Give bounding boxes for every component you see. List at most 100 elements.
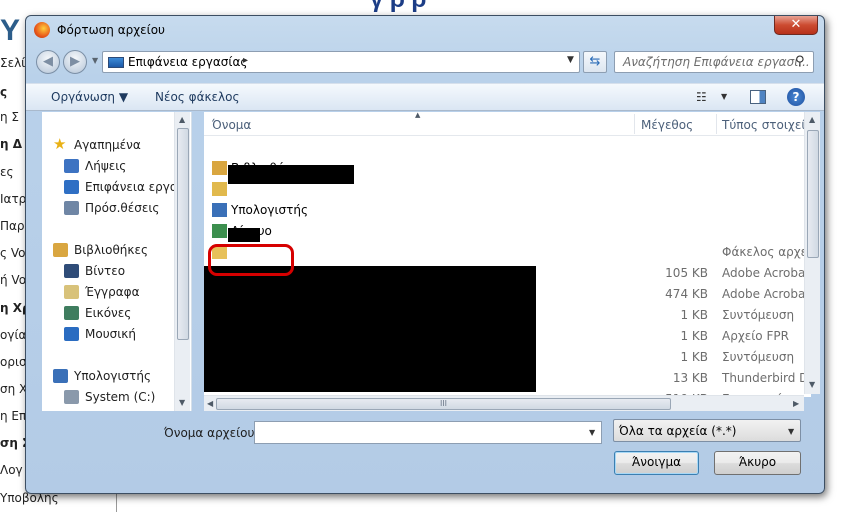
address-location[interactable]: Επιφάνεια εργασίας bbox=[128, 55, 247, 69]
scroll-down-icon[interactable]: ▼ bbox=[179, 398, 185, 407]
background-menu-item: ς bbox=[0, 85, 8, 99]
views-icon[interactable]: ☷ bbox=[696, 90, 707, 104]
highlight-annotation bbox=[208, 244, 294, 276]
new-folder-button[interactable]: Νέος φάκελος bbox=[155, 90, 240, 104]
organize-button[interactable]: Οργάνωση ▼ bbox=[51, 90, 128, 104]
scrollbar-thumb[interactable] bbox=[177, 128, 189, 340]
user-folder-icon bbox=[212, 182, 227, 196]
file-type-dropdown-icon[interactable]: ▼ bbox=[788, 427, 794, 436]
column-name[interactable]: Όνομα bbox=[212, 118, 251, 132]
music-icon bbox=[64, 327, 79, 341]
filename-input[interactable]: ▼ bbox=[254, 421, 602, 444]
downloads-folder-icon bbox=[64, 159, 79, 173]
address-dropdown-icon[interactable]: ▼ bbox=[567, 55, 574, 65]
nav-item-label: Επιφάνεια εργασ bbox=[85, 180, 186, 194]
scroll-left-icon[interactable]: ◀ bbox=[207, 399, 213, 408]
back-button[interactable]: ◀ bbox=[36, 50, 60, 74]
background-menu-item: ες bbox=[0, 165, 14, 179]
file-type: Αρχείο FPR bbox=[722, 329, 789, 343]
background-menu-item: ς Vo bbox=[0, 246, 26, 260]
nav-item-label: Υπολογιστής bbox=[74, 369, 151, 383]
nav-item-label: Πρόσ.θέσεις bbox=[85, 201, 160, 215]
network-icon bbox=[212, 224, 227, 238]
column-divider[interactable] bbox=[634, 114, 635, 134]
scroll-down-icon[interactable]: ▼ bbox=[809, 380, 815, 389]
recent-locations-dropdown[interactable]: ▼ bbox=[92, 56, 98, 65]
horizontal-scrollbar[interactable]: ◀ III ▶ bbox=[204, 395, 804, 411]
computer-icon bbox=[212, 203, 227, 217]
redacted-area bbox=[204, 266, 536, 392]
nav-item-label: Έγγραφα bbox=[85, 285, 140, 299]
file-size: 105 KB bbox=[665, 266, 708, 280]
breadcrumb-chevron-icon[interactable]: ▸ bbox=[243, 55, 248, 66]
file-type: Adobe Acrobat bbox=[722, 266, 811, 280]
nav-item-label: System (C:) bbox=[85, 390, 156, 404]
videos-icon bbox=[64, 264, 79, 278]
forward-button[interactable]: ▶ bbox=[63, 50, 87, 74]
background-menu-item: η Σ bbox=[0, 110, 20, 124]
background-menu-item: Λογ bbox=[0, 463, 23, 477]
help-icon[interactable]: ? bbox=[787, 88, 805, 106]
redacted-area bbox=[228, 228, 260, 242]
column-divider[interactable] bbox=[716, 114, 717, 134]
refresh-button[interactable]: ⇆ bbox=[583, 51, 607, 73]
column-size[interactable]: Μέγεθος bbox=[641, 118, 693, 132]
open-button[interactable]: Άνοιγμα bbox=[614, 451, 699, 475]
search-icon[interactable]: ⚲ bbox=[795, 54, 805, 69]
search-input[interactable]: Αναζήτηση Επιφάνεια εργασί... ⚲ bbox=[614, 51, 814, 73]
background-menu-item: ή Vo bbox=[0, 273, 27, 287]
file-size: 474 KB bbox=[665, 287, 708, 301]
sort-ascending-icon: ▲ bbox=[415, 112, 421, 119]
scrollbar-thumb[interactable]: III bbox=[216, 398, 671, 410]
background-menu-item: Ιατρ bbox=[0, 192, 27, 206]
file-row[interactable]: Υπολογιστής bbox=[204, 200, 811, 221]
file-type: Συντόμευση bbox=[722, 350, 795, 364]
background-menu-item: η Επ bbox=[0, 409, 27, 423]
firefox-icon bbox=[34, 22, 50, 38]
file-name: Υπολογιστής bbox=[231, 203, 308, 217]
background-title: γ ρ ρ bbox=[370, 0, 426, 14]
scroll-up-icon[interactable]: ▲ bbox=[809, 115, 815, 124]
libraries-icon bbox=[212, 161, 227, 175]
scrollbar-thumb[interactable] bbox=[807, 130, 819, 258]
background-menu-item: Παρ bbox=[0, 219, 25, 233]
column-type[interactable]: Τύπος στοιχεί bbox=[722, 118, 805, 132]
preview-pane-icon[interactable] bbox=[750, 90, 766, 104]
documents-icon bbox=[64, 285, 79, 299]
close-button[interactable]: ✕ bbox=[774, 16, 818, 35]
star-icon: ★ bbox=[53, 135, 67, 153]
background-menu-item: ογία bbox=[0, 328, 27, 342]
search-placeholder: Αναζήτηση Επιφάνεια εργασί... bbox=[623, 55, 810, 69]
computer-icon bbox=[53, 369, 68, 383]
column-headers: Όνομα ▲ Μέγεθος Τύπος στοιχεί bbox=[204, 112, 811, 136]
background-menu-item: ορισ bbox=[0, 355, 27, 369]
scroll-up-icon[interactable]: ▲ bbox=[179, 115, 185, 124]
address-bar[interactable]: Επιφάνεια εργασίας ▸ ▼ bbox=[102, 51, 580, 73]
navigation-pane: ★ Αγαπημένα Λήψεις Επιφάνεια εργασ Πρόσ.θέσε… bbox=[42, 112, 192, 411]
file-type-select[interactable]: Όλα τα αρχεία (*.*) ▼ bbox=[613, 419, 801, 442]
file-size: 1 KB bbox=[680, 350, 708, 364]
nav-item-label: Αγαπημένα bbox=[74, 138, 141, 152]
views-dropdown-icon[interactable]: ▼ bbox=[721, 92, 727, 101]
nav-item-label: Εικόνες bbox=[85, 306, 132, 320]
file-row[interactable]: Δίκτυο bbox=[204, 221, 811, 242]
file-type: Thunderbird D bbox=[722, 371, 809, 385]
libraries-icon bbox=[53, 243, 68, 257]
nav-item-label: Μουσική bbox=[85, 327, 136, 341]
file-type-value: Όλα τα αρχεία (*.*) bbox=[619, 424, 737, 438]
drive-c-icon bbox=[64, 390, 79, 404]
filename-dropdown-icon[interactable]: ▼ bbox=[589, 428, 595, 437]
cancel-button[interactable]: Άκυρο bbox=[714, 451, 801, 475]
redacted-area bbox=[228, 165, 354, 184]
filename-label: Όνομα αρχείου: bbox=[164, 426, 259, 440]
title-bar[interactable]: Φόρτωση αρχείου ✕ bbox=[26, 16, 824, 46]
file-row[interactable]: Φάκελος αρχεί bbox=[204, 242, 811, 263]
file-list-scrollbar[interactable]: ▲ ▼ bbox=[804, 112, 820, 394]
file-size: 13 KB bbox=[672, 371, 708, 385]
navigation-scrollbar[interactable]: ▲ ▼ bbox=[174, 112, 190, 411]
desktop-icon bbox=[108, 57, 124, 68]
file-size: 1 KB bbox=[680, 329, 708, 343]
desktop-icon bbox=[64, 180, 79, 194]
scroll-right-icon[interactable]: ▶ bbox=[793, 399, 799, 408]
file-type: Συντόμευση bbox=[722, 308, 795, 322]
